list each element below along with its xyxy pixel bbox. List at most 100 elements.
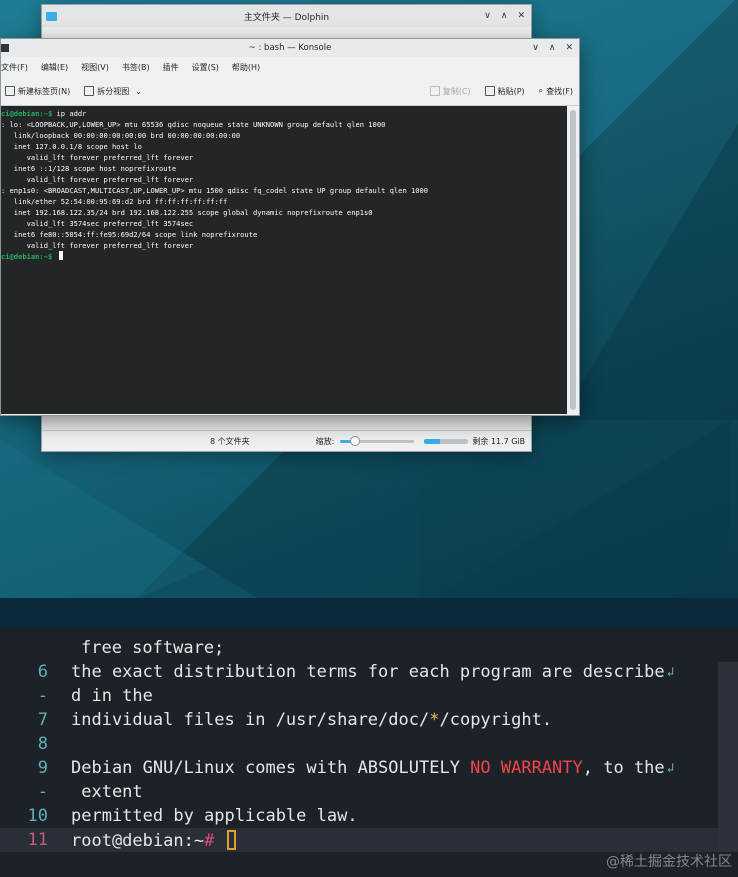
- terminal-text: inet6 fe80::5054:ff:fe95:69d2/64 scope l…: [1, 230, 258, 239]
- line-number: 7: [37, 710, 48, 730]
- line-text: free software;: [81, 638, 225, 658]
- editor-line: 6 the exact distribution terms for each p…: [0, 660, 738, 684]
- editor-line: 10 permitted by applicable law.: [0, 804, 738, 828]
- block-cursor: [226, 829, 236, 850]
- dolphin-statusbar: 8 个文件夹 缩放: 剩余 11.7 GiB: [42, 430, 531, 451]
- terminal-scrollbar[interactable]: [567, 106, 579, 414]
- line-number: 8: [37, 734, 48, 754]
- minimize-button[interactable]: ∨: [532, 43, 539, 53]
- free-space-label: 剩余 11.7 GiB: [472, 436, 526, 446]
- line-text: Debian GNU/Linux comes with ABSOLUTELY N…: [71, 758, 665, 778]
- split-view-icon: [84, 86, 95, 96]
- terminal-text: valid_lft forever preferred_lft forever: [1, 153, 194, 162]
- terminal-text: valid_lft forever preferred_lft forever: [1, 175, 194, 184]
- konsole-toolbar: 新建标签页(N) 拆分视图 ⌄ 复制(C) 粘贴(P) ⌕ 查找(F): [1, 77, 579, 106]
- editor-line: 9 Debian GNU/Linux comes with ABSOLUTELY …: [0, 756, 738, 780]
- editor-scrollbar[interactable]: [718, 662, 738, 852]
- folder-count: 8 个文件夹: [210, 436, 250, 446]
- copy-icon: [429, 86, 440, 96]
- terminal-output[interactable]: ci@debian:~$ ip addr: lo: <LOOPBACK,UP,L…: [1, 106, 567, 414]
- terminal-text: : lo: <LOOPBACK,UP,LOWER_UP> mtu 65536 q…: [1, 120, 386, 129]
- disk-space-bar: [424, 438, 469, 444]
- line-text: the exact distribution terms for each pr…: [71, 662, 665, 682]
- line-number: 11: [27, 830, 48, 850]
- menu-plugins[interactable]: 插件: [163, 62, 179, 73]
- konsole-menubar: 文件(F) 编辑(E) 视图(V) 书签(B) 插件 设置(S) 帮助(H): [1, 57, 579, 77]
- new-tab-button[interactable]: 新建标签页(N): [5, 86, 70, 97]
- search-icon: ⌕: [538, 86, 544, 95]
- maximize-button[interactable]: ∧: [549, 43, 556, 53]
- zoom-slider[interactable]: [340, 435, 415, 446]
- minimize-button[interactable]: ∨: [484, 11, 491, 21]
- konsole-window[interactable]: ~ : bash — Konsole ∨ ∧ ✕ 文件(F) 编辑(E) 视图(…: [0, 38, 580, 416]
- chevron-down-icon: ⌄: [135, 86, 142, 96]
- terminal-text: inet 192.168.122.35/24 brd 192.168.122.2…: [1, 208, 373, 217]
- close-button[interactable]: ✕: [565, 43, 573, 53]
- wrap-indicator-icon: ↲: [666, 760, 675, 776]
- terminal-line: link/loopback 00:00:00:00:00:00 brd 00:0…: [1, 130, 567, 141]
- terminal-text: inet 127.0.0.1/8 scope host lo: [1, 142, 142, 151]
- terminal-line: valid_lft forever preferred_lft forever: [1, 174, 567, 185]
- menu-view[interactable]: 视图(V): [81, 62, 109, 73]
- wrap-indicator-icon: ↲: [666, 664, 675, 680]
- terminal-text: link/ether 52:54:00:95:69:d2 brd ff:ff:f…: [1, 197, 228, 206]
- split-view-button[interactable]: 拆分视图 ⌄: [84, 86, 142, 97]
- menu-edit[interactable]: 编辑(E): [41, 62, 68, 73]
- line-text: d in the: [71, 686, 153, 706]
- menu-bookmarks[interactable]: 书签(B): [122, 62, 150, 73]
- close-button[interactable]: ✕: [517, 11, 525, 21]
- shell-prompt: ci@debian:~$: [1, 109, 53, 118]
- line-number: 9: [37, 758, 48, 778]
- terminal-text: ip addr: [52, 109, 87, 118]
- menu-settings[interactable]: 设置(S): [192, 62, 219, 73]
- terminal-line: inet6 fe80::5054:ff:fe95:69d2/64 scope l…: [1, 229, 567, 240]
- terminal-line: ci@debian:~$: [1, 251, 567, 262]
- paste-icon: [484, 86, 495, 96]
- terminal-text: valid_lft forever preferred_lft forever: [1, 241, 194, 250]
- line-text: permitted by applicable law.: [71, 806, 358, 826]
- maximize-button[interactable]: ∧: [501, 11, 508, 21]
- editor-line: - extent: [0, 780, 738, 804]
- editor-line: 8: [0, 732, 738, 756]
- line-text: root@debian:~#: [71, 829, 236, 851]
- terminal-line: inet6 ::1/128 scope host noprefixroute: [1, 163, 567, 174]
- copy-button[interactable]: 复制(C): [429, 86, 471, 97]
- menu-help[interactable]: 帮助(H): [232, 62, 260, 73]
- editor-line: - d in the: [0, 684, 738, 708]
- panel-divider: [0, 598, 738, 628]
- terminal-text: : enp1s0: <BROADCAST,MULTICAST,UP,LOWER_…: [1, 186, 429, 195]
- terminal-line: : enp1s0: <BROADCAST,MULTICAST,UP,LOWER_…: [1, 185, 567, 196]
- find-button[interactable]: ⌕ 查找(F): [539, 86, 573, 97]
- editor-line: 7 individual files in /usr/share/doc/*/co…: [0, 708, 738, 732]
- zoom-label: 缩放:: [315, 436, 335, 446]
- terminal-text: link/loopback 00:00:00:00:00:00 brd 00:0…: [1, 131, 241, 140]
- konsole-title: ~ : bash — Konsole: [248, 43, 332, 53]
- dolphin-titlebar[interactable]: 主文件夹 — Dolphin ∨ ∧ ✕: [42, 5, 531, 27]
- line-text: individual files in /usr/share/doc/*/cop…: [71, 710, 553, 730]
- line-text: extent: [71, 782, 143, 802]
- zoom-slider-handle[interactable]: [350, 435, 361, 446]
- menu-file[interactable]: 文件(F): [1, 62, 28, 73]
- terminal-line: valid_lft forever preferred_lft forever: [1, 152, 567, 163]
- watermark: @稀土掘金技术社区: [606, 854, 732, 870]
- terminal-text: valid_lft 3574sec preferred_lft 3574sec: [1, 219, 194, 228]
- shell-prompt: ci@debian:~$: [1, 252, 53, 261]
- scrollbar-thumb[interactable]: [570, 110, 576, 410]
- dolphin-title: 主文件夹 — Dolphin: [243, 12, 330, 23]
- line-number: -: [37, 782, 48, 802]
- terminal-line: ci@debian:~$ ip addr: [1, 108, 567, 119]
- paste-button[interactable]: 粘贴(P): [484, 86, 525, 97]
- terminal-line: valid_lft forever preferred_lft forever: [1, 240, 567, 251]
- konsole-titlebar[interactable]: ~ : bash — Konsole ∨ ∧ ✕: [1, 39, 579, 57]
- editor-line: 11 root@debian:~#: [0, 828, 738, 852]
- line-number: 6: [37, 662, 48, 682]
- text-cursor: [58, 251, 63, 260]
- desktop-wallpaper: 主文件夹 — Dolphin ∨ ∧ ✕ 8 个文件夹 缩放: 剩余 11.7 …: [0, 0, 738, 598]
- new-tab-icon: [5, 86, 15, 96]
- terminal-line: : lo: <LOOPBACK,UP,LOWER_UP> mtu 65536 q…: [1, 119, 567, 130]
- editor-terminal[interactable]: 11 root@debian:~# 10 permitted by applicab…: [0, 628, 738, 877]
- terminal-line: inet 127.0.0.1/8 scope host lo: [1, 141, 567, 152]
- line-number: -: [37, 686, 48, 706]
- terminal-line: inet 192.168.122.35/24 brd 192.168.122.2…: [1, 207, 567, 218]
- line-number: 10: [27, 806, 48, 826]
